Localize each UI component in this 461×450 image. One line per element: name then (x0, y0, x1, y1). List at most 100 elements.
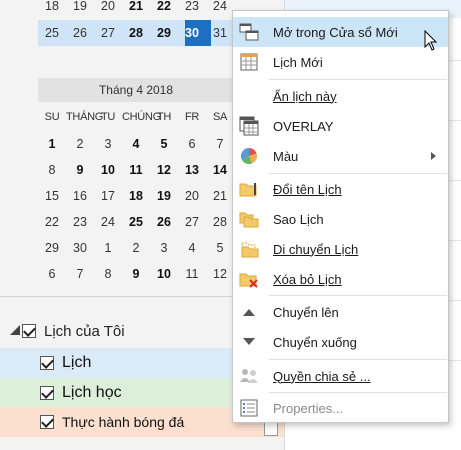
date-cell[interactable]: 19 (150, 184, 178, 208)
date-cell[interactable]: 22 (150, 0, 178, 17)
date-cell[interactable]: 9 (66, 158, 94, 182)
date-cell[interactable]: 23 (178, 0, 206, 17)
menu-item-label: OVERLAY (273, 118, 334, 134)
checkbox[interactable] (22, 324, 36, 338)
copy-folder-icon (239, 209, 259, 229)
date-cell[interactable]: 11 (122, 158, 150, 182)
date-cell[interactable]: 12 (150, 158, 178, 182)
move-folder-icon (239, 239, 259, 259)
date-cell[interactable]: 29 (150, 22, 178, 44)
mini-calendar-week-row: 1 2 3 4 5 6 7 (38, 132, 234, 156)
date-cell[interactable]: 28 (122, 22, 150, 44)
menu-item-open-new-window[interactable]: Mở trong Cửa sổ Mới (233, 17, 448, 47)
menu-item-hide-calendar[interactable]: Ẩn lịch này (233, 81, 448, 111)
date-cell[interactable]: 28 (206, 210, 234, 234)
menu-item-copy-calendar[interactable]: Sao Lịch (233, 204, 448, 234)
menu-item-color[interactable]: Màu (233, 141, 448, 171)
date-cell[interactable]: 26 (150, 210, 178, 234)
weekday-header-row: SU THÁNG TU CHÚNG TH FR SA (38, 106, 234, 128)
menu-item-label: Mở trong Cửa sổ Mới (273, 24, 398, 40)
menu-item-move-up[interactable]: Chuyển lên (233, 297, 448, 327)
date-cell[interactable]: 24 (94, 210, 122, 234)
menu-item-move-calendar[interactable]: Di chuyển Lịch (233, 234, 448, 264)
date-cell[interactable]: 8 (94, 262, 122, 286)
date-cell[interactable]: 7 (206, 132, 234, 156)
checkbox[interactable] (40, 386, 54, 400)
move-down-icon (239, 332, 259, 352)
mini-calendar-week-row: 6 7 8 9 10 11 12 (38, 262, 234, 286)
menu-item-overlay[interactable]: OVERLAY (233, 111, 448, 141)
date-cell[interactable]: 5 (150, 132, 178, 156)
date-cell[interactable]: 10 (94, 158, 122, 182)
menu-separator (269, 79, 447, 80)
calendar-item-label: Lịch (62, 354, 92, 371)
date-cell[interactable]: 31 (206, 22, 234, 44)
date-cell[interactable]: 1 (94, 236, 122, 260)
date-cell[interactable]: 15 (38, 184, 66, 208)
mini-calendar-week-row: 25 26 27 28 29 30 31 (38, 22, 234, 44)
date-cell[interactable]: 5 (206, 236, 234, 260)
overlay-icon (239, 116, 259, 136)
date-cell[interactable]: 9 (122, 262, 150, 286)
mini-calendar-week-row: 18 19 20 21 22 23 24 (38, 0, 234, 17)
collapse-arrow-icon[interactable] (10, 325, 20, 335)
date-cell[interactable]: 26 (66, 22, 94, 44)
menu-item-label: Màu (273, 148, 299, 164)
date-cell[interactable]: 8 (38, 158, 66, 182)
date-cell[interactable]: 27 (94, 22, 122, 44)
date-cell[interactable]: 4 (178, 236, 206, 260)
date-cell[interactable]: 6 (178, 132, 206, 156)
date-cell[interactable]: 27 (178, 210, 206, 234)
date-cell[interactable]: 19 (66, 0, 94, 17)
date-cell[interactable]: 25 (122, 210, 150, 234)
menu-item-sharing-permissions[interactable]: Quyền chia sẻ ... (233, 361, 448, 391)
sharing-people-icon (239, 366, 259, 386)
date-cell[interactable]: 3 (150, 236, 178, 260)
date-cell[interactable]: 16 (66, 184, 94, 208)
menu-item-label: Chuyển lên (273, 304, 339, 320)
date-cell[interactable]: 2 (66, 132, 94, 156)
new-window-icon (239, 22, 259, 42)
date-cell[interactable]: 7 (66, 262, 94, 286)
calendar-group-my-calendars[interactable]: Lịch của Tôi (22, 319, 125, 343)
date-cell[interactable]: 20 (94, 0, 122, 17)
menu-item-delete-calendar[interactable]: Xóa bỏ Lịch (233, 264, 448, 294)
checkbox[interactable] (40, 415, 54, 429)
date-cell[interactable]: 29 (38, 236, 66, 260)
date-cell[interactable]: 12 (206, 262, 234, 286)
menu-item-properties[interactable]: Properties... (233, 393, 448, 423)
date-cell[interactable]: 14 (206, 158, 234, 182)
menu-item-new-calendar[interactable]: Lịch Mới (233, 47, 448, 77)
date-cell[interactable]: 1 (38, 132, 66, 156)
date-cell[interactable]: 4 (122, 132, 150, 156)
menu-item-move-down[interactable]: Chuyển xuống (233, 327, 448, 357)
menu-item-rename-calendar[interactable]: Đổi tên Lịch (233, 174, 448, 204)
date-cell[interactable]: 18 (122, 184, 150, 208)
submenu-arrow-icon (431, 152, 436, 160)
date-cell[interactable]: 25 (38, 22, 66, 44)
properties-icon (239, 398, 259, 418)
date-cell[interactable]: 10 (150, 262, 178, 286)
date-cell[interactable]: 21 (206, 184, 234, 208)
mini-calendar-week-row: 29 30 1 2 3 4 5 (38, 236, 234, 260)
date-cell[interactable]: 6 (38, 262, 66, 286)
date-cell[interactable]: 3 (94, 132, 122, 156)
delete-folder-icon (239, 269, 259, 289)
menu-item-label: Di chuyển Lịch (273, 241, 359, 257)
menu-item-label: Xóa bỏ Lịch (273, 271, 342, 287)
date-cell[interactable]: 17 (94, 184, 122, 208)
today-date-cell[interactable]: 30 (178, 22, 206, 44)
date-cell[interactable]: 22 (38, 210, 66, 234)
date-cell[interactable]: 20 (178, 184, 206, 208)
menu-item-label: Ẩn lịch này (273, 88, 337, 104)
date-cell[interactable]: 2 (122, 236, 150, 260)
date-cell[interactable]: 13 (178, 158, 206, 182)
menu-item-label: Lịch Mới (273, 54, 323, 70)
date-cell[interactable]: 30 (66, 236, 94, 260)
date-cell[interactable]: 23 (66, 210, 94, 234)
date-cell[interactable]: 24 (206, 0, 234, 17)
date-cell[interactable]: 21 (122, 0, 150, 17)
date-cell[interactable]: 11 (178, 262, 206, 286)
checkbox[interactable] (40, 356, 54, 370)
date-cell[interactable]: 18 (38, 0, 66, 17)
